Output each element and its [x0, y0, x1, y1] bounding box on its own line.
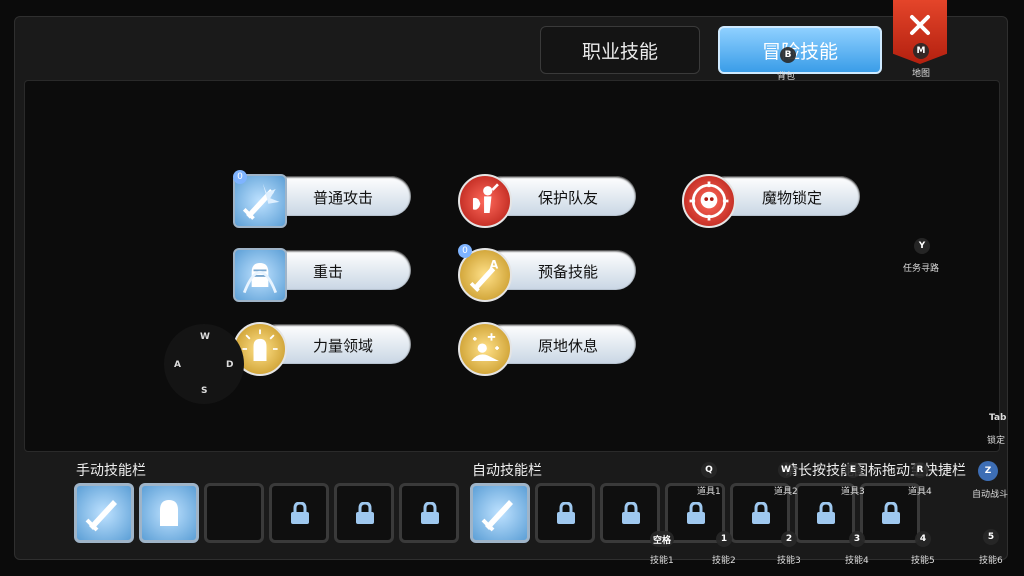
- bag-hint: 背包: [777, 72, 796, 82]
- close-icon: [910, 15, 930, 35]
- skill-label: 重击: [313, 263, 344, 281]
- skill-badge: 0: [233, 170, 247, 184]
- quest-nav-hint: 任务寻路: [903, 264, 940, 274]
- manual-slot-4[interactable]: [269, 483, 329, 543]
- skill-hint-3: 技能3: [777, 556, 801, 566]
- item-key-3: E: [845, 462, 861, 478]
- skill-key-1: 空格: [650, 531, 675, 547]
- lock-icon: [290, 501, 310, 524]
- rest-icon: [458, 322, 512, 376]
- skill-key-2: 1: [716, 531, 732, 547]
- lock-icon: [751, 501, 771, 524]
- lock-icon: [355, 501, 375, 524]
- skill-label: 普通攻击: [313, 189, 374, 207]
- skill-key-5: 4: [915, 531, 931, 547]
- map-key: M: [913, 43, 929, 59]
- skill-hint-5: 技能5: [911, 556, 935, 566]
- item-hint-2: 道具2: [774, 487, 798, 497]
- fist-icon: [160, 500, 178, 526]
- item-key-1: Q: [701, 462, 717, 478]
- lock-key: Tab: [989, 413, 1007, 423]
- dpad-down-key: S: [201, 386, 208, 396]
- tab-adventure-skills[interactable]: 冒险技能: [718, 26, 882, 74]
- drag-hint: 请长按技能图标拖动至快捷栏: [784, 463, 966, 479]
- skill-key-4: 3: [849, 531, 865, 547]
- lock-icon: [881, 501, 901, 524]
- sword-icon: [85, 500, 117, 532]
- skull-target-icon: [682, 174, 736, 228]
- item-key-4: R: [912, 462, 928, 478]
- skill-badge: 0: [458, 244, 472, 258]
- lock-icon: [686, 501, 706, 524]
- lock-icon: [621, 501, 641, 524]
- lock-hint: 锁定: [987, 436, 1006, 446]
- auto-slot-1[interactable]: [470, 483, 530, 543]
- manual-slot-2[interactable]: [139, 483, 199, 543]
- movement-dpad[interactable]: W A D S: [164, 324, 244, 404]
- sword-icon: [481, 500, 513, 532]
- skill-label: 保护队友: [538, 189, 599, 207]
- item-hint-4: 道具4: [908, 487, 932, 497]
- item-hint-1: 道具1: [697, 487, 721, 497]
- map-hint: 地图: [912, 69, 931, 79]
- lock-icon: [556, 501, 576, 524]
- manual-slot-5[interactable]: [334, 483, 394, 543]
- bag-key: B: [780, 47, 796, 63]
- skill-key-6: 5: [983, 529, 999, 545]
- tab-job-skills[interactable]: 职业技能: [540, 26, 700, 74]
- manual-slot-6[interactable]: [399, 483, 459, 543]
- dpad-right-key: D: [226, 360, 234, 370]
- dpad-up-key: W: [200, 332, 210, 342]
- skill-label: 原地休息: [538, 337, 599, 355]
- auto-battle-hint: 自动战斗: [972, 490, 1009, 500]
- skill-hint-4: 技能4: [845, 556, 869, 566]
- quest-nav-key: Y: [914, 238, 930, 254]
- item-key-2: W: [778, 462, 794, 478]
- dpad-left-key: A: [174, 360, 181, 370]
- manual-slot-1[interactable]: [74, 483, 134, 543]
- auto-slot-2[interactable]: [535, 483, 595, 543]
- skill-label: 力量领域: [313, 337, 374, 355]
- auto-bar-title: 自动技能栏: [472, 463, 542, 479]
- skill-label: 预备技能: [538, 263, 599, 281]
- manual-bar-title: 手动技能栏: [76, 463, 146, 479]
- lock-icon: [816, 501, 836, 524]
- shield-guard-icon: [458, 174, 512, 228]
- skill-hint-6: 技能6: [979, 556, 1003, 566]
- lock-icon: [420, 501, 440, 524]
- manual-slot-3[interactable]: [204, 483, 264, 543]
- auto-battle-button[interactable]: Z: [978, 461, 998, 481]
- skill-label: 魔物锁定: [762, 189, 823, 207]
- item-hint-3: 道具3: [841, 487, 865, 497]
- skill-key-3: 2: [781, 531, 797, 547]
- skill-hint-1: 技能1: [650, 556, 674, 566]
- svg-text:A: A: [490, 259, 499, 272]
- skill-hint-2: 技能2: [712, 556, 736, 566]
- fist-icon: [233, 248, 287, 302]
